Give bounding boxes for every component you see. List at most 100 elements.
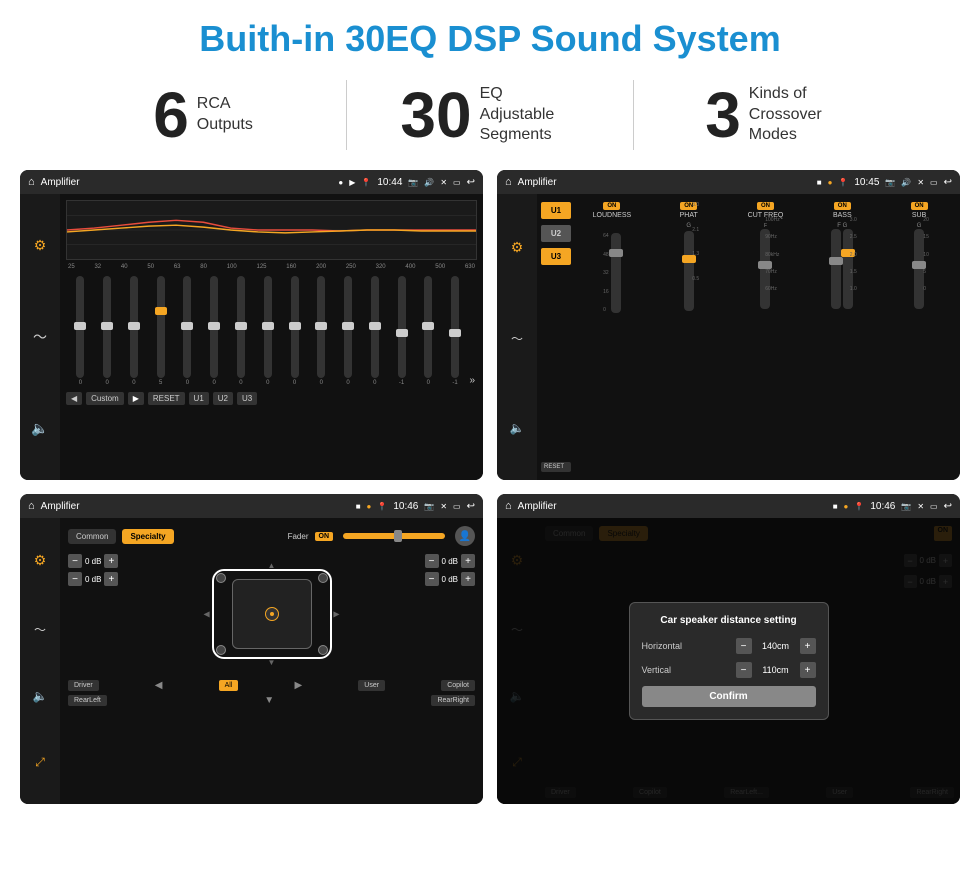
eq-slider-13[interactable]: 0 xyxy=(416,276,441,386)
home-icon[interactable]: ⌂ xyxy=(28,176,35,188)
next-preset-btn[interactable]: ▶ xyxy=(128,392,144,405)
x-icon-tr: ✕ xyxy=(917,178,924,187)
dot2-icon-br: ● xyxy=(844,502,849,511)
bass-slider-f[interactable] xyxy=(831,229,841,309)
back-icon-tl[interactable]: ↩ xyxy=(467,177,475,188)
ch-lb-minus[interactable]: − xyxy=(68,572,82,586)
ch-rt-plus[interactable]: + xyxy=(461,554,475,568)
vertical-label: Vertical xyxy=(642,665,672,675)
fader-screen-card: ⌂ Amplifier ■ ● 📍 10:46 📷 ✕ ▭ ↩ ⚙ 〜 🔈 ⤢ … xyxy=(20,494,483,804)
cross-speaker-icon[interactable]: 🔈 xyxy=(510,421,525,435)
freq-500: 500 xyxy=(435,264,445,270)
eq-slider-14[interactable]: -1 xyxy=(443,276,468,386)
fader-wave-icon[interactable]: 〜 xyxy=(34,621,46,638)
eq-slider-7[interactable]: 0 xyxy=(255,276,280,386)
eq-slider-2[interactable]: 0 xyxy=(122,276,147,386)
eq-filter-icon[interactable]: ⚙ xyxy=(34,237,47,254)
ch-rb-val: 0 dB xyxy=(442,575,458,584)
back-icon-tr[interactable]: ↩ xyxy=(944,177,952,188)
back-icon-bl[interactable]: ↩ xyxy=(467,501,475,512)
common-tab-bl[interactable]: Common xyxy=(68,529,116,544)
u1-btn-tr[interactable]: U1 xyxy=(541,202,571,219)
reset-btn-tl[interactable]: RESET xyxy=(148,392,185,405)
home-icon-br[interactable]: ⌂ xyxy=(505,500,512,512)
ch-phat: ON PHAT G 3.0 2.1 1.3 0.5 xyxy=(652,202,726,472)
u2-btn-tr[interactable]: U2 xyxy=(541,225,571,242)
u3-btn-tr[interactable]: U3 xyxy=(541,248,571,265)
copilot-btn-bl[interactable]: Copilot xyxy=(441,680,475,691)
eq-slider-1[interactable]: 0 xyxy=(95,276,120,386)
stat-rca-text: RCAOutputs xyxy=(197,94,253,136)
freq-400: 400 xyxy=(405,264,415,270)
u1-btn-tl[interactable]: U1 xyxy=(189,392,209,405)
eq-slider-5[interactable]: 0 xyxy=(202,276,227,386)
horizontal-minus-btn[interactable]: − xyxy=(736,638,752,654)
freq-200: 200 xyxy=(316,264,326,270)
freq-32: 32 xyxy=(94,264,101,270)
ch-rt-minus[interactable]: − xyxy=(425,554,439,568)
fader-screen-body: ⚙ 〜 🔈 ⤢ Common Specialty Fader ON 👤 xyxy=(20,518,483,804)
eq-slider-10[interactable]: 0 xyxy=(336,276,361,386)
ch-lt-minus[interactable]: − xyxy=(68,554,82,568)
u3-btn-tl[interactable]: U3 xyxy=(237,392,257,405)
rearright-btn-bl[interactable]: RearRight xyxy=(431,695,475,706)
fader-on-badge-bl[interactable]: ON xyxy=(315,532,334,541)
eq-screen-card: ⌂ Amplifier ● ▶ 📍 10:44 📷 🔊 ✕ ▭ ↩ ⚙ 〜 🔈 xyxy=(20,170,483,480)
user-btn-bl[interactable]: User xyxy=(358,680,385,691)
status-bar-bl: ⌂ Amplifier ■ ● 📍 10:46 📷 ✕ ▭ ↩ xyxy=(20,494,483,518)
cross-filter-icon[interactable]: ⚙ xyxy=(511,239,524,256)
cross-sidebar: ⚙ 〜 🔈 xyxy=(497,194,537,480)
fader-speaker-icon[interactable]: 🔈 xyxy=(33,689,48,703)
ch-lb-val: 0 dB xyxy=(85,575,101,584)
sub-on[interactable]: ON xyxy=(911,202,928,210)
fader-filter-icon[interactable]: ⚙ xyxy=(34,552,47,569)
horizontal-plus-btn[interactable]: + xyxy=(800,638,816,654)
eq-speaker-icon[interactable]: 🔈 xyxy=(31,420,48,437)
rearleft-btn-bl[interactable]: RearLeft xyxy=(68,695,107,706)
home-icon-tr[interactable]: ⌂ xyxy=(505,176,512,188)
eq-wave-icon[interactable]: 〜 xyxy=(33,327,47,347)
vertical-value: 110cm xyxy=(756,665,796,675)
freq-630: 630 xyxy=(465,264,475,270)
u-buttons: U1 U2 U3 RESET xyxy=(541,202,571,472)
status-time-br: 10:46 xyxy=(870,501,895,512)
prev-preset-btn[interactable]: ◀ xyxy=(66,392,82,405)
eq-slider-3[interactable]: 5 xyxy=(148,276,173,386)
ch-lb-plus[interactable]: + xyxy=(104,572,118,586)
cutfreq-on[interactable]: ON xyxy=(757,202,774,210)
confirm-button[interactable]: Confirm xyxy=(642,686,816,707)
vertical-minus-btn[interactable]: − xyxy=(736,662,752,678)
eq-slider-8[interactable]: 0 xyxy=(282,276,307,386)
specialty-tab-bl[interactable]: Specialty xyxy=(122,529,173,544)
cross-wave-icon[interactable]: 〜 xyxy=(511,330,523,347)
reset-btn-tr[interactable]: RESET xyxy=(541,462,571,472)
ch-rb-plus[interactable]: + xyxy=(461,572,475,586)
ch-rb-minus[interactable]: − xyxy=(425,572,439,586)
all-btn-bl[interactable]: All xyxy=(219,680,239,691)
eq-slider-11[interactable]: 0 xyxy=(362,276,387,386)
eq-slider-4[interactable]: 0 xyxy=(175,276,200,386)
rect-icon-bl: ▭ xyxy=(453,502,461,511)
horizontal-value: 140cm xyxy=(756,641,796,651)
dot2-icon-tr: ● xyxy=(828,178,833,187)
status-title-bl: Amplifier xyxy=(41,501,350,512)
loudness-on[interactable]: ON xyxy=(603,202,620,210)
u2-btn-tl[interactable]: U2 xyxy=(213,392,233,405)
eq-slider-9[interactable]: 0 xyxy=(309,276,334,386)
bass-on[interactable]: ON xyxy=(834,202,851,210)
fader-expand-icon[interactable]: ⤢ xyxy=(35,755,45,770)
loudness-slider[interactable] xyxy=(611,233,621,313)
vertical-plus-btn[interactable]: + xyxy=(800,662,816,678)
driver-btn-bl[interactable]: Driver xyxy=(68,680,99,691)
dot-icon-tl: ● xyxy=(338,178,343,187)
ch-lt-plus[interactable]: + xyxy=(104,554,118,568)
eq-slider-0[interactable]: 0 xyxy=(68,276,93,386)
eq-slider-12[interactable]: -1 xyxy=(389,276,414,386)
home-icon-bl[interactable]: ⌂ xyxy=(28,500,35,512)
eq-sliders: 0 0 0 5 0 xyxy=(66,276,477,386)
ch-lt-val: 0 dB xyxy=(85,557,101,566)
back-icon-br[interactable]: ↩ xyxy=(944,501,952,512)
profile-icon-bl[interactable]: 👤 xyxy=(455,526,475,546)
eq-slider-6[interactable]: 0 xyxy=(229,276,254,386)
status-title-br: Amplifier xyxy=(518,501,827,512)
